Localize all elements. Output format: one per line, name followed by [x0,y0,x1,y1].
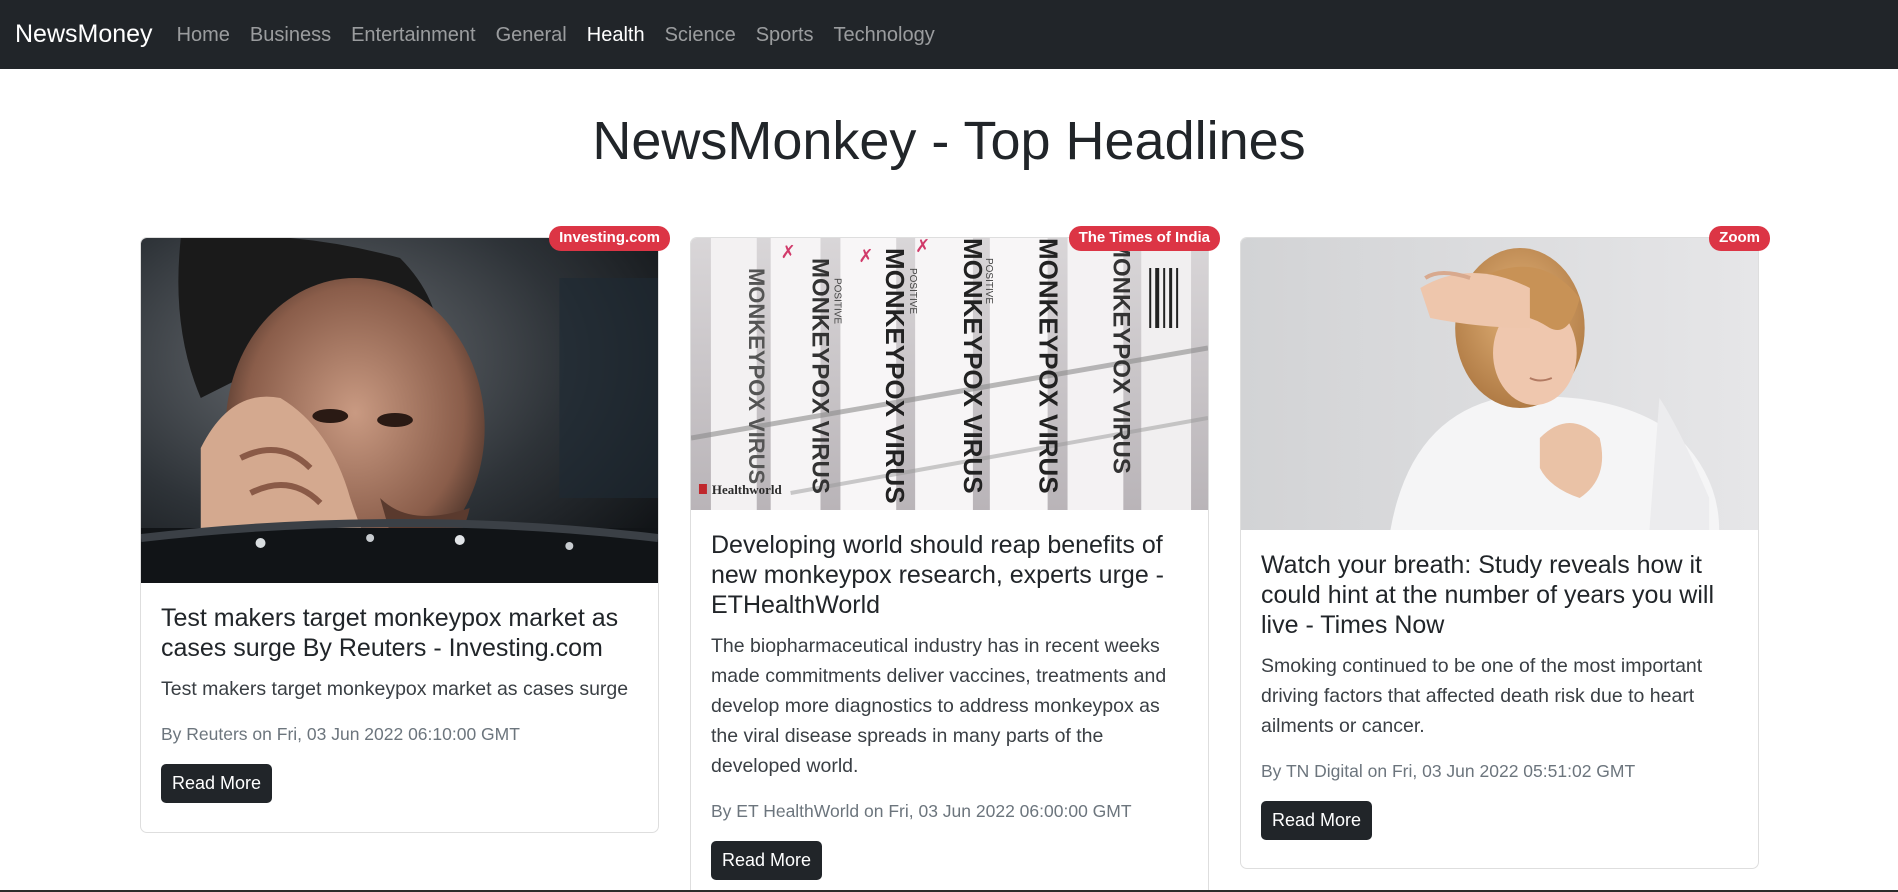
article-title: Test makers target monkeypox market as c… [161,604,619,662]
nav-link-science[interactable]: Science [655,25,746,45]
svg-text:✗: ✗ [915,238,930,256]
nav-link-sports[interactable]: Sports [746,25,824,45]
tube-small-text: POSITIVE [983,258,994,304]
read-more-button[interactable]: Read More [1261,801,1373,840]
nav-link-technology[interactable]: Technology [824,25,945,45]
card-body: Watch your breath: Study reveals how it … [1241,530,1758,840]
nav-link-health[interactable]: Health [577,25,655,45]
nav-link-general[interactable]: General [486,25,577,45]
read-more-button[interactable]: Read More [711,841,823,880]
healthworld-watermark: Healthworld [712,482,783,497]
navbar-brand[interactable]: NewsMoney [15,22,153,47]
article-image [141,238,658,583]
news-card: Investing.com Test makers target monkeyp… [140,226,670,833]
article-image: ✗ ✗ ✗ MONKEYPOX VIRUS MONKEYPOX VIRUS MO… [691,238,1208,510]
card-body: Test makers target monkeypox market as c… [141,583,658,803]
tube-label-text: MONKEYPOX VIRUS [1107,238,1134,474]
article-description: Smoking continued to be one of the most … [1261,655,1703,737]
tube-label-text: MONKEYPOX VIRUS [744,268,769,484]
tube-label-text: MONKEYPOX VIRUS [880,248,908,504]
svg-text:✗: ✗ [858,246,873,266]
card-body: Developing world should reap benefits of… [691,510,1208,880]
tube-small-text: POSITIVE [831,278,842,324]
article-meta: By ET HealthWorld on Fri, 03 Jun 2022 06… [711,801,1132,821]
source-badge: Zoom [1709,226,1770,251]
news-card: The Times of India ✗ ✗ ✗ MONKEYPOX VIRUS… [690,226,1220,892]
read-more-button[interactable]: Read More [161,764,273,803]
page-title: NewsMonkey - Top Headlines [592,111,1306,171]
article-description: The biopharmaceutical industry has in re… [711,635,1167,777]
tube-label-text: MONKEYPOX VIRUS [1034,238,1062,494]
article-title: Watch your breath: Study reveals how it … [1261,551,1715,639]
news-card: Zoom Watch your breath: Study reveals ho… [1240,226,1770,869]
article-meta: By TN Digital on Fri, 03 Jun 2022 05:51:… [1261,761,1636,781]
tube-label-text: MONKEYPOX VIRUS [958,238,986,494]
source-badge: Investing.com [549,226,670,251]
svg-text:✗: ✗ [781,242,796,262]
nav-link-home[interactable]: Home [167,25,240,45]
source-badge: The Times of India [1068,226,1220,251]
article-meta: By Reuters on Fri, 03 Jun 2022 06:10:00 … [161,724,520,744]
nav-link-business[interactable]: Business [240,25,341,45]
tube-label-text: MONKEYPOX VIRUS [807,258,834,494]
top-navbar: NewsMoney Home Business Entertainment Ge… [0,0,1898,69]
article-title: Developing world should reap benefits of… [711,531,1164,619]
article-image [1241,238,1758,530]
tube-small-text: POSITIVE [907,268,918,314]
nav-link-entertainment[interactable]: Entertainment [341,25,486,45]
article-description: Test makers target monkeypox market as c… [161,678,629,700]
